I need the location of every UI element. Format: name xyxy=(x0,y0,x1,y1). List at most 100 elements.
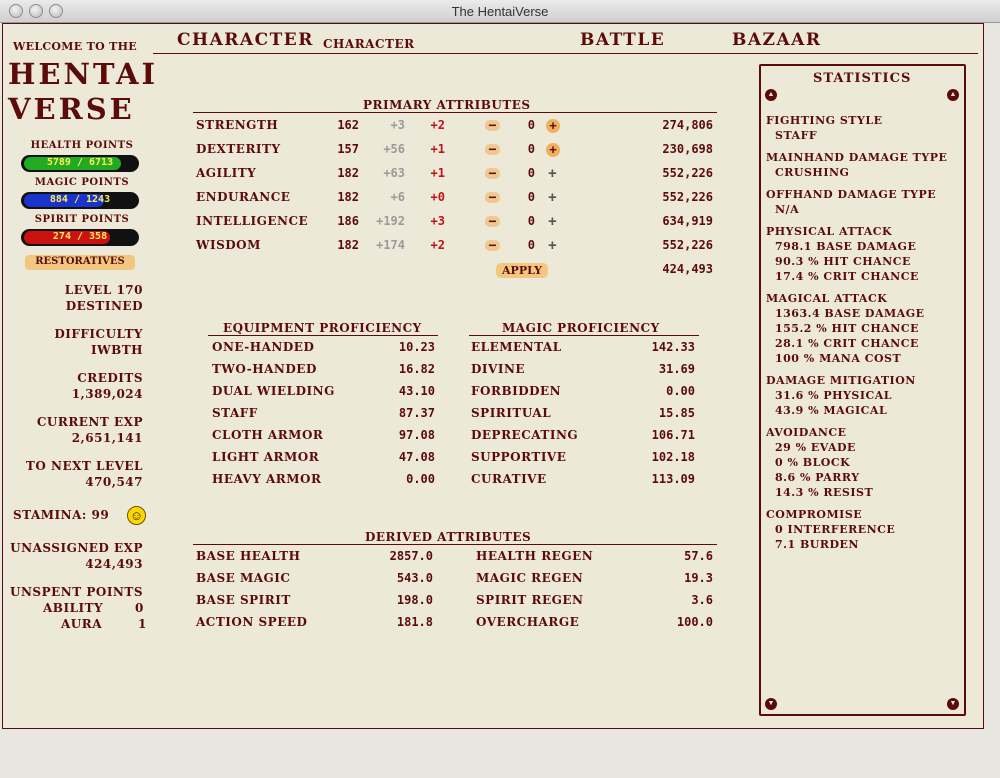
magic-proficiency-title: MAGIC PROFICIENCY xyxy=(502,321,660,335)
stat-group-heading: PHYSICAL ATTACK xyxy=(766,225,893,238)
stat-group-heading: COMPROMISE xyxy=(766,508,863,521)
stat-group-heading: MAGICAL ATTACK xyxy=(766,292,888,305)
attribute-points: 0 xyxy=(527,142,535,156)
attribute-modifier: +0 xyxy=(430,190,445,204)
attribute-modifier: +1 xyxy=(430,166,445,180)
equipment-divider xyxy=(208,335,438,336)
derived-attribute-value: 3.6 xyxy=(691,593,713,607)
stat-group-heading: FIGHTING STYLE xyxy=(766,114,883,127)
attribute-exp-cost: 552,226 xyxy=(662,166,713,180)
equipment-proficiency-name: TWO-HANDED xyxy=(212,362,317,376)
magic-label: MAGIC POINTS xyxy=(34,177,130,188)
difficulty-value[interactable]: IWBTH xyxy=(91,343,143,357)
stat-line: N/A xyxy=(775,203,800,216)
statistics-title: STATISTICS xyxy=(813,71,912,86)
attribute-bonus: +56 xyxy=(383,142,405,156)
health-label: HEALTH POINTS xyxy=(30,140,134,151)
restoratives-button[interactable]: RESTORATIVES xyxy=(25,255,135,270)
attribute-name: INTELLIGENCE xyxy=(196,214,309,228)
magic-proficiency-value: 15.85 xyxy=(658,406,695,420)
attribute-bonus: +63 xyxy=(383,166,405,180)
statistics-panel: STATISTICS ▲ ▲ FIGHTING STYLE STAFF MAINHA… xyxy=(759,64,966,716)
derived-attribute-name: MAGIC REGEN xyxy=(476,571,584,585)
derived-attribute-value: 2857.0 xyxy=(389,549,433,563)
stat-line: 29 % EVADE xyxy=(775,441,856,454)
attribute-exp-cost: 552,226 xyxy=(662,190,713,204)
increase-button[interactable]: + xyxy=(548,214,557,229)
scroll-down-right-icon[interactable]: ▼ xyxy=(947,698,959,710)
derived-attribute-value: 198.0 xyxy=(396,593,433,607)
stat-line: 31.6 % PHYSICAL xyxy=(775,389,893,402)
stat-line: 8.6 % PARRY xyxy=(775,471,860,484)
magic-bar: 884 / 1243 xyxy=(21,192,139,209)
nav-character[interactable]: CHARACTER xyxy=(177,30,314,50)
increase-button[interactable]: + xyxy=(546,143,560,157)
stat-line: 7.1 BURDEN xyxy=(775,538,859,551)
attribute-modifier: +2 xyxy=(430,118,445,132)
magic-divider xyxy=(469,335,699,336)
magic-proficiency-name: SUPPORTIVE xyxy=(471,450,567,464)
primary-attributes-title: PRIMARY ATTRIBUTES xyxy=(363,98,531,112)
magic-proficiency-name: DIVINE xyxy=(471,362,526,376)
scroll-up-right-icon[interactable]: ▲ xyxy=(947,89,959,101)
scroll-down-left-icon[interactable]: ▼ xyxy=(765,698,777,710)
window-title: The HentaiVerse xyxy=(451,4,549,19)
attribute-points: 0 xyxy=(527,190,535,204)
nav-bazaar[interactable]: BAZAAR xyxy=(732,30,821,50)
spirit-bar: 274 / 358 xyxy=(21,229,139,246)
unassigned-exp-label: UNASSIGNED EXP xyxy=(10,541,143,555)
decrease-button[interactable]: − xyxy=(485,238,500,252)
spirit-value: 274 / 358 xyxy=(52,231,108,242)
decrease-button[interactable]: − xyxy=(485,190,500,204)
decrease-button[interactable]: − xyxy=(485,214,500,228)
equipment-proficiency-name: ONE-HANDED xyxy=(212,340,315,354)
equipment-proficiency-name: CLOTH ARMOR xyxy=(212,428,324,442)
logo-line-2: VERSE xyxy=(8,92,135,126)
stat-line: 43.9 % MAGICAL xyxy=(775,404,888,417)
decrease-button[interactable]: − xyxy=(485,166,500,180)
magic-proficiency-name: SPIRITUAL xyxy=(471,406,552,420)
magic-proficiency-value: 142.33 xyxy=(651,340,695,354)
increase-button[interactable]: + xyxy=(548,190,557,205)
stat-group-heading: OFFHAND DAMAGE TYPE xyxy=(766,188,937,201)
derived-attribute-name: BASE MAGIC xyxy=(196,571,291,585)
stat-group-heading: DAMAGE MITIGATION xyxy=(766,374,916,387)
magic-proficiency-value: 0.00 xyxy=(666,384,695,398)
increase-button[interactable]: + xyxy=(548,238,557,253)
derived-attribute-name: HEALTH REGEN xyxy=(476,549,594,563)
attribute-bonus: +192 xyxy=(376,214,405,228)
magic-proficiency-value: 31.69 xyxy=(658,362,695,376)
stat-line: 14.3 % RESIST xyxy=(775,486,874,499)
current-exp-label: CURRENT EXP xyxy=(36,415,143,429)
derived-attribute-value: 181.8 xyxy=(396,615,433,629)
scroll-up-left-icon[interactable]: ▲ xyxy=(765,89,777,101)
current-exp-value: 2,651,141 xyxy=(71,431,143,445)
increase-button[interactable]: + xyxy=(546,119,560,133)
game-panel: CHARACTER CHARACTER BATTLE BAZAAR WELCOM… xyxy=(2,23,984,729)
equipment-proficiency-value: 47.08 xyxy=(398,450,435,464)
nav-character-submenu[interactable]: CHARACTER xyxy=(323,37,415,51)
derived-divider xyxy=(193,544,717,545)
window-titlebar: The HentaiVerse xyxy=(0,0,1000,23)
decrease-button[interactable]: − xyxy=(485,142,500,156)
equipment-proficiency-name: HEAVY ARMOR xyxy=(212,472,322,486)
magic-proficiency-value: 113.09 xyxy=(651,472,695,486)
attribute-points: 0 xyxy=(527,166,535,180)
attribute-exp-cost: 634,919 xyxy=(662,214,713,228)
apply-button[interactable]: APPLY xyxy=(496,263,548,278)
equipment-proficiency-name: LIGHT ARMOR xyxy=(212,450,320,464)
credits-value: 1,389,024 xyxy=(71,387,143,401)
stat-line: 90.3 % HIT CHANCE xyxy=(775,255,911,268)
difficulty-label: DIFFICULTY xyxy=(54,327,143,341)
decrease-button[interactable]: − xyxy=(485,118,500,132)
attribute-base: 182 xyxy=(337,166,359,180)
nav-divider xyxy=(153,53,978,54)
nav-battle[interactable]: BATTLE xyxy=(580,30,665,50)
stat-line: 798.1 BASE DAMAGE xyxy=(775,240,917,253)
derived-attribute-name: OVERCHARGE xyxy=(476,615,580,629)
equipment-proficiency-value: 43.10 xyxy=(398,384,435,398)
magic-proficiency-value: 102.18 xyxy=(651,450,695,464)
attribute-points: 0 xyxy=(527,238,535,252)
magic-proficiency-value: 106.71 xyxy=(651,428,695,442)
increase-button[interactable]: + xyxy=(548,166,557,181)
